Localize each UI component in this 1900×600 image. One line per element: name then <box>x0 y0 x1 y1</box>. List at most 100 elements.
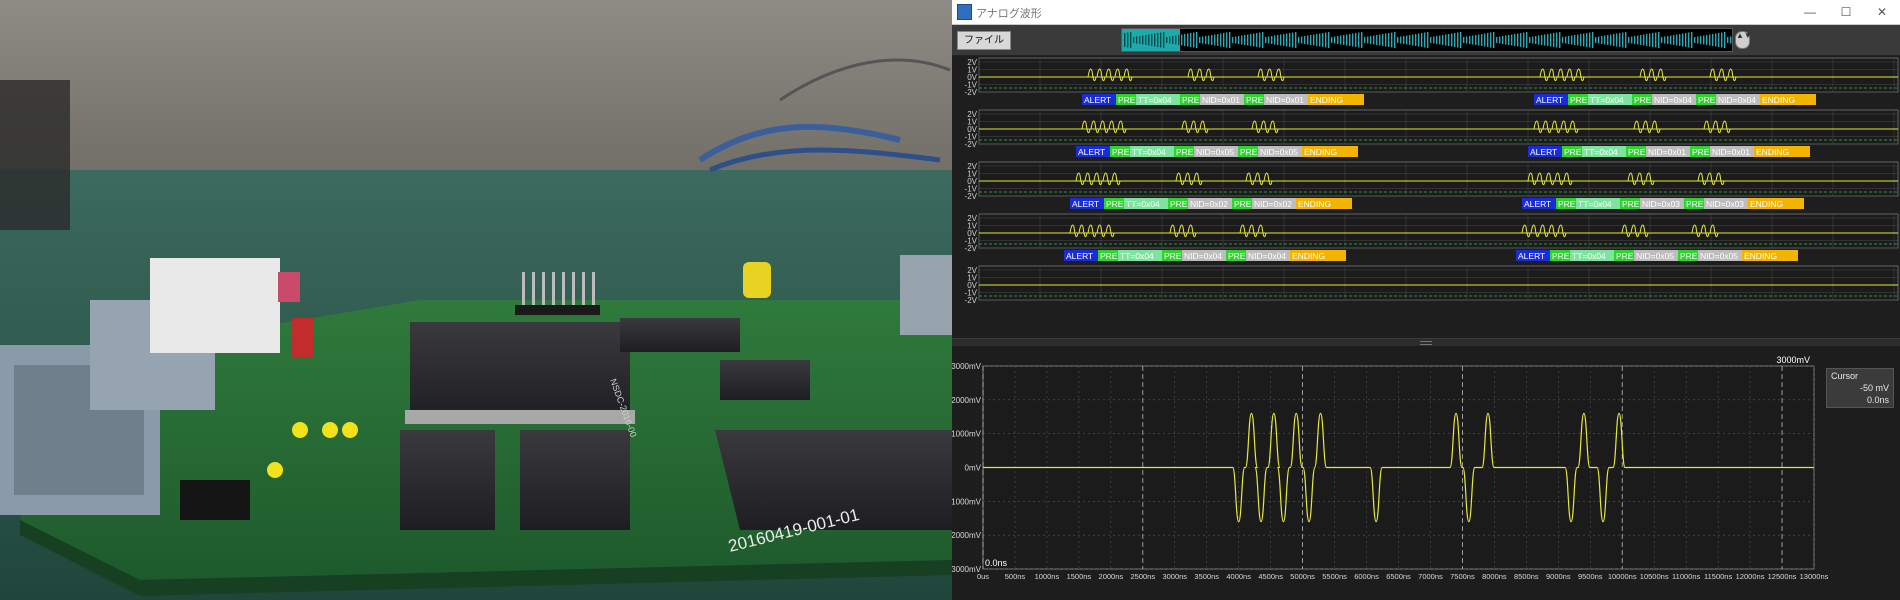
protocol-segment-label: ENDING <box>1750 199 1783 209</box>
strip-tick <box>1349 34 1351 46</box>
close-button[interactable]: ✕ <box>1864 0 1900 24</box>
strip-tick <box>1547 34 1549 46</box>
maximize-button[interactable]: ☐ <box>1828 0 1864 24</box>
strip-tick <box>1697 36 1699 44</box>
protocol-segment-label: NID=0x02 <box>1190 199 1228 209</box>
scope-y-label: -2000mV <box>952 531 982 540</box>
strip-tick <box>1655 32 1657 48</box>
strip-tick <box>1469 36 1471 44</box>
strip-tick <box>1691 32 1693 48</box>
strip-tick <box>1358 32 1360 48</box>
strip-tick <box>1439 35 1441 45</box>
protocol-segment-label: PRE <box>1100 251 1118 261</box>
strip-tick <box>1193 32 1195 48</box>
strip-tick <box>1484 33 1486 47</box>
scope-x-label: 2000ns <box>1099 572 1124 581</box>
strip-tick <box>1220 33 1222 47</box>
strip-tick <box>1286 33 1288 47</box>
protocol-segment-label: PRE <box>1686 199 1704 209</box>
channel-panel: 2V1V0V-1V-2V <box>965 265 1899 305</box>
strip-tick <box>1301 36 1303 44</box>
strip-tick <box>1454 33 1456 47</box>
strip-tick <box>1457 32 1459 48</box>
strip-tick <box>1412 34 1414 46</box>
strip-tick <box>1196 32 1198 48</box>
protocol-segment-label: PRE <box>1234 199 1252 209</box>
protocol-segment-label: PRE <box>1176 147 1194 157</box>
protocol-segment-label: NID=0x03 <box>1642 199 1680 209</box>
strip-tick <box>1607 35 1609 45</box>
overview-scroll-arrows[interactable]: ▲▼ <box>1735 31 1752 49</box>
protocol-segment-label: TT=0x04 <box>1578 199 1612 209</box>
protocol-segment-label: PRE <box>1558 199 1576 209</box>
strip-tick <box>1499 36 1501 44</box>
protocol-segment-label: TT=0x04 <box>1138 95 1172 105</box>
strip-tick <box>1634 36 1636 44</box>
strip-tick <box>1529 37 1531 43</box>
minimize-button[interactable]: — <box>1792 0 1828 24</box>
protocol-segment-label: PRE <box>1552 251 1570 261</box>
file-button[interactable]: ファイル <box>957 31 1011 50</box>
strip-tick <box>1265 37 1267 43</box>
scope-y-label: 1000mV <box>952 430 982 439</box>
scope-x-label: 7000ns <box>1418 572 1443 581</box>
scope-x-label: 500ns <box>1005 572 1026 581</box>
channel-y-tick: -2V <box>965 140 978 149</box>
strip-tick <box>1376 35 1378 45</box>
scope-x-label: 12500ns <box>1768 572 1797 581</box>
strip-tick <box>1685 33 1687 47</box>
strip-tick <box>1715 33 1717 47</box>
strip-tick <box>1625 32 1627 48</box>
strip-tick <box>1688 32 1690 48</box>
strip-tick <box>1211 35 1213 45</box>
analog-waveform-window: アナログ波形 — ☐ ✕ ファイル ▲▼ 2V 1V 0V -1V -2V ALERT PR… <box>952 0 1900 600</box>
channel-panels[interactable]: 2V 1V 0V -1V -2V ALERT PRE TT=0x04 PRE NID=0x01 PR… <box>952 56 1900 338</box>
protocol-segment-label: ALERT <box>1536 95 1563 105</box>
strip-tick <box>1316 34 1318 46</box>
channel-y-tick: -2V <box>965 88 978 97</box>
strip-tick <box>1562 37 1564 43</box>
protocol-segment-label: PRE <box>1628 147 1646 157</box>
scope-x-label: 12000ns <box>1736 572 1765 581</box>
strip-tick <box>1577 34 1579 46</box>
strip-tick <box>1280 34 1282 46</box>
protocol-segment-label: PRE <box>1112 147 1130 157</box>
strip-tick <box>1370 36 1372 44</box>
strip-tick <box>1538 35 1540 45</box>
title-bar[interactable]: アナログ波形 — ☐ ✕ <box>952 0 1900 25</box>
strip-tick <box>1247 34 1249 46</box>
strip-tick <box>1283 34 1285 46</box>
strip-tick <box>1667 36 1669 44</box>
strip-tick <box>1307 35 1309 45</box>
waveform-overview-strip[interactable] <box>1121 28 1733 52</box>
protocol-segment-label: PRE <box>1570 95 1588 105</box>
strip-tick <box>1505 35 1507 45</box>
scope-bottom-left-label: 0.0ns <box>985 558 1008 568</box>
strip-tick <box>1310 35 1312 45</box>
strip-tick <box>1397 37 1399 43</box>
strip-tick <box>1145 35 1147 45</box>
strip-tick <box>1520 33 1522 47</box>
strip-tick <box>1541 35 1543 45</box>
strip-tick <box>1403 36 1405 44</box>
strip-tick <box>1451 33 1453 47</box>
scope-x-label: 5500ns <box>1322 572 1347 581</box>
strip-tick <box>1724 32 1726 48</box>
strip-tick <box>1640 35 1642 45</box>
strip-tick <box>1409 35 1411 45</box>
strip-tick <box>1190 33 1192 47</box>
strip-tick <box>1550 33 1552 47</box>
scope-x-label: 10000ns <box>1608 572 1637 581</box>
strip-tick <box>1601 36 1603 44</box>
strip-tick <box>1424 32 1426 48</box>
oscilloscope-view[interactable]: 3000mV2000mV1000mV0mV-1000mV-2000mV-3000… <box>952 346 1900 600</box>
strip-tick <box>1472 35 1474 45</box>
strip-tick <box>1127 32 1129 48</box>
protocol-segment-label: TT=0x04 <box>1584 147 1618 157</box>
strip-tick <box>1514 34 1516 46</box>
app-icon <box>957 4 972 20</box>
strip-tick <box>1142 35 1144 45</box>
strip-tick <box>1235 36 1237 44</box>
protocol-segment-label: ENDING <box>1292 251 1325 261</box>
protocol-segment-label: NID=0x04 <box>1718 95 1756 105</box>
